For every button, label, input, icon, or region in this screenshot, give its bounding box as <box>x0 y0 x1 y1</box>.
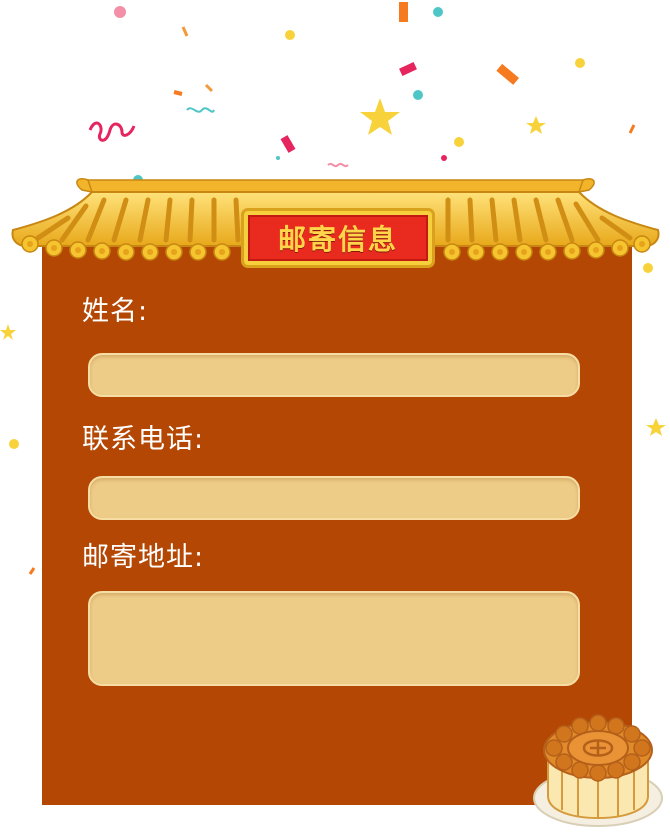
form-title: 邮寄信息 <box>277 223 398 256</box>
name-label: 姓名: <box>82 296 149 327</box>
title-plaque: 邮寄信息 <box>244 211 432 265</box>
phone-label: 联系电话: <box>82 424 205 455</box>
phone-input[interactable] <box>88 476 580 520</box>
name-input[interactable] <box>88 353 580 397</box>
address-label: 邮寄地址: <box>82 542 205 573</box>
mail-info-page: 邮寄信息 姓名: 联系电话: 邮寄地址: <box>0 0 670 835</box>
mooncake-icon <box>533 714 663 827</box>
address-input[interactable] <box>88 591 580 686</box>
